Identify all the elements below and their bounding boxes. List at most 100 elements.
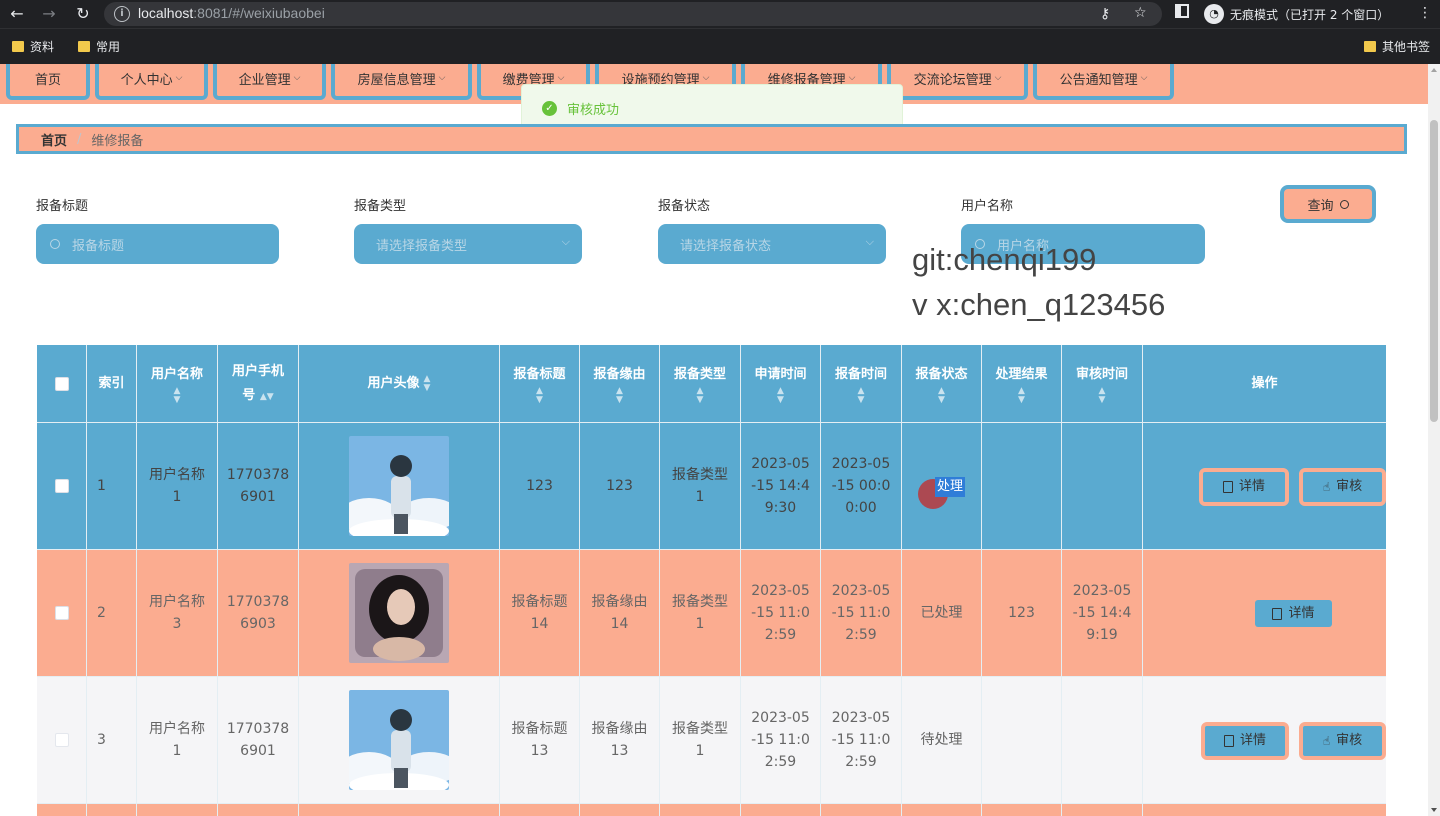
breadcrumb-separator: /: [77, 131, 82, 147]
avatar[interactable]: [349, 436, 449, 536]
col-type[interactable]: 报备类型 ▲ ▼: [660, 345, 741, 422]
menu-item-forum[interactable]: 交流论坛管理 ⌵: [887, 64, 1028, 100]
col-avatar[interactable]: 用户头像 ▲ ▼: [299, 345, 500, 422]
menu-dots-icon[interactable]: ⋮: [1418, 3, 1432, 23]
col-report-time[interactable]: 报备时间 ▲ ▼: [821, 345, 902, 422]
scroll-up-icon[interactable]: [1431, 68, 1437, 72]
row-checkbox[interactable]: [54, 606, 69, 620]
back-icon[interactable]: ←: [6, 3, 28, 25]
menu-item-home[interactable]: 首页: [6, 64, 90, 100]
button-label: 详情: [1238, 479, 1265, 494]
index-cell: 3: [87, 677, 137, 803]
scroll-down-icon[interactable]: [1431, 808, 1437, 812]
cell-text: 123: [1008, 605, 1035, 621]
status-label: 报备状态: [658, 199, 711, 214]
menu-item-notice[interactable]: 公告通知管理 ⌵: [1033, 64, 1174, 100]
sort-icon[interactable]: ▲▼: [777, 386, 784, 405]
page-scrollbar[interactable]: [1428, 64, 1440, 816]
col-apply-time[interactable]: 申请时间 ▲ ▼: [741, 345, 821, 422]
cell-text: 3: [97, 732, 106, 748]
menu-item-company[interactable]: 企业管理 ⌵: [213, 64, 326, 100]
bookmark-folder-changyong[interactable]: 常用: [78, 38, 120, 55]
title-cell: 报备标题13: [500, 677, 580, 803]
sidepanel-icon[interactable]: [1175, 4, 1189, 18]
watermark-line: v x:chen_q123456: [912, 287, 1166, 322]
col-status[interactable]: 报备状态 ▲ ▼: [902, 345, 982, 422]
header-label: 报备缘由: [593, 366, 646, 382]
sort-icon[interactable]: ▲▼: [260, 392, 274, 402]
index-cell: 1: [87, 423, 137, 549]
sort-icon[interactable]: ▲▼: [858, 386, 865, 405]
menu-label: 首页: [34, 72, 61, 88]
detail-button[interactable]: 详情: [1199, 468, 1289, 506]
forward-icon[interactable]: →: [38, 3, 60, 25]
review-button[interactable]: ☝ 审核: [1299, 722, 1386, 760]
review-button[interactable]: ☝ 审核: [1299, 468, 1386, 506]
header-label: 报备标题: [513, 366, 566, 382]
type-select[interactable]: 请选择报备类型 ⌵: [354, 224, 582, 264]
menu-label: 企业管理: [238, 72, 291, 88]
col-reason[interactable]: 报备缘由 ▲ ▼: [580, 345, 660, 422]
breadcrumb-home[interactable]: 首页: [41, 130, 67, 149]
bookmark-other[interactable]: 其他书签: [1364, 38, 1430, 55]
chevron-down-icon: ⌵: [175, 73, 183, 83]
url-host: localhost: [138, 5, 194, 21]
query-button[interactable]: 查询: [1280, 185, 1376, 223]
row-select-cell: [37, 677, 87, 803]
sort-icon[interactable]: ▲▼: [1018, 386, 1025, 405]
reason-cell: 报备缘由14: [580, 550, 660, 676]
detail-button[interactable]: 详情: [1201, 722, 1289, 760]
status-cell: 待处理: [902, 677, 982, 803]
select-all-checkbox[interactable]: [54, 376, 69, 391]
sort-icon[interactable]: ▲▼: [174, 386, 181, 405]
review-time-cell: [1062, 804, 1143, 816]
header-label: 申请时间: [754, 366, 807, 382]
col-username[interactable]: 用户名称 ▲ ▼: [137, 345, 218, 422]
sort-icon[interactable]: ▲▼: [1099, 386, 1106, 405]
detail-button[interactable]: 详情: [1255, 600, 1332, 627]
address-bar[interactable]: i localhost:8081/#/weixiubaobei ⚷ ☆: [104, 2, 1162, 26]
col-title[interactable]: 报备标题 ▲ ▼: [500, 345, 580, 422]
col-review-time[interactable]: 审核时间 ▲ ▼: [1062, 345, 1143, 422]
chevron-down-icon: ⌵: [865, 235, 874, 248]
key-icon[interactable]: ⚷: [1100, 4, 1110, 24]
apply-time-cell: [741, 804, 821, 816]
document-icon: [1272, 607, 1283, 620]
placeholder: 请选择报备类型: [376, 238, 468, 254]
ops-cell: 详情 ☝ 审核: [1143, 423, 1386, 549]
incognito-indicator[interactable]: ◔ 无痕模式（已打开 2 个窗口）: [1204, 3, 1389, 25]
cell-text: 2: [97, 605, 106, 621]
button-label: 详情: [1288, 605, 1315, 621]
col-result[interactable]: 处理结果 ▲ ▼: [982, 345, 1062, 422]
site-info-icon[interactable]: i: [114, 6, 130, 22]
sort-icon[interactable]: ▲▼: [424, 374, 431, 393]
col-phone[interactable]: 用户手机号 ▲▼: [218, 345, 299, 422]
chevron-down-icon: ⌵: [702, 73, 710, 83]
avatar[interactable]: [349, 690, 449, 790]
status-cell: 已处理: [902, 550, 982, 676]
row-checkbox[interactable]: [54, 479, 69, 493]
cell-text: 2023-05-15 14:49:19: [1072, 583, 1132, 643]
chevron-down-icon: ⌵: [561, 235, 570, 248]
sort-icon[interactable]: ▲▼: [938, 386, 945, 405]
cell-text: 2023-05-15 11:02:59: [751, 710, 810, 770]
search-icon: [1339, 199, 1349, 209]
report-time-cell: 2023-05-15 00:00:00: [821, 423, 902, 549]
sort-icon[interactable]: ▲▼: [697, 386, 704, 405]
avatar[interactable]: [349, 563, 449, 663]
header-label: 报备状态: [915, 366, 968, 382]
document-icon: [1222, 481, 1233, 493]
status-select[interactable]: 请选择报备状态 ⌵: [658, 224, 886, 264]
menu-item-personal[interactable]: 个人中心 ⌵: [95, 64, 208, 100]
header-label: 处理结果: [995, 366, 1048, 382]
star-icon[interactable]: ☆: [1134, 3, 1147, 23]
scrollbar-thumb[interactable]: [1430, 120, 1438, 422]
row-checkbox[interactable]: [54, 733, 69, 747]
sort-icon[interactable]: ▲▼: [536, 386, 543, 405]
sort-icon[interactable]: ▲▼: [616, 386, 623, 405]
reload-icon[interactable]: ↻: [72, 3, 94, 25]
menu-label: 公告通知管理: [1059, 72, 1138, 88]
title-search-input[interactable]: 报备标题: [36, 224, 279, 264]
menu-item-housing[interactable]: 房屋信息管理 ⌵: [331, 64, 472, 100]
bookmark-folder-ziliao[interactable]: 资料: [12, 38, 54, 55]
